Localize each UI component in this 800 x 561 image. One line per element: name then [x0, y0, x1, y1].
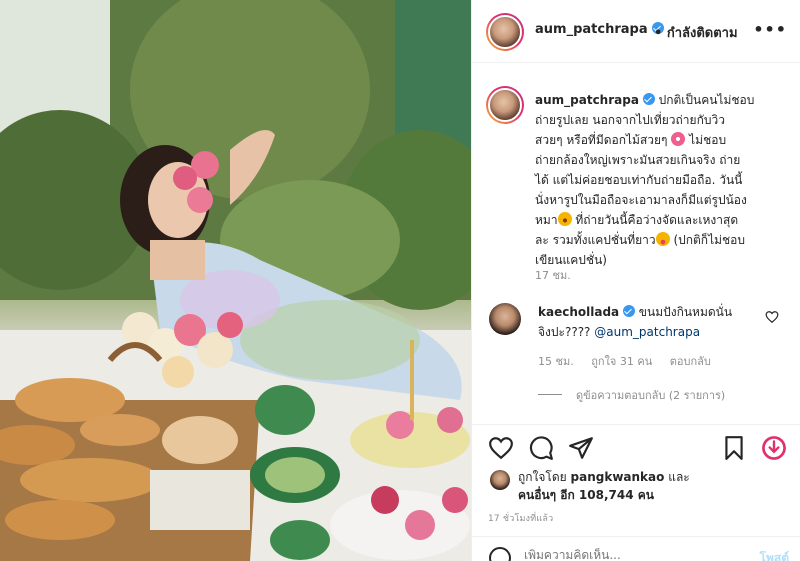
likes-text: ถูกใจโดย pangkwankao และ คนอื่นๆ อีก 108… [518, 470, 690, 502]
liker-avatar[interactable] [490, 470, 510, 490]
comments-list: aum_patchrapa ปกติเป็นคนไม่ชอบ ถ่ายรูปเล… [472, 64, 800, 424]
comment-text: kaechollada ขนมปังกินหมดนั่น จิงปะ???? @… [538, 305, 733, 339]
more-dots-icon[interactable]: ••• [753, 20, 787, 39]
view-replies-link[interactable]: ดูข้อความตอบกลับ (2 รายการ) [538, 386, 725, 404]
heart-icon[interactable] [488, 435, 514, 461]
comment-icon[interactable] [528, 435, 554, 461]
caption-avatar[interactable] [486, 86, 524, 124]
caption-timestamp: 17 ชม. [535, 269, 571, 282]
likes-count[interactable]: คนอื่นๆ อีก 108,744 คน [518, 488, 654, 502]
action-bar [472, 424, 800, 472]
author-username[interactable]: aum_patchrapa [535, 22, 665, 37]
reply-button[interactable]: ตอบกลับ [670, 355, 711, 368]
comment-like-count[interactable]: ถูกใจ 31 คน [591, 355, 652, 368]
smile-icon[interactable] [489, 547, 511, 561]
bookmark-icon[interactable] [721, 435, 747, 461]
post-sidebar: aum_patchrapa • กำลังติดตาม ••• aum_patc… [471, 0, 800, 561]
flower-emoji-icon [671, 132, 686, 146]
comment-timestamp: 15 ชม. [538, 355, 574, 368]
face-emoji-icon [557, 212, 572, 226]
mention-link[interactable]: @aum_patchrapa [594, 325, 700, 339]
follow-status[interactable]: • กำลังติดตาม [654, 22, 738, 43]
download-badge-icon[interactable] [761, 435, 787, 461]
photo-illustration [0, 0, 471, 561]
post-comment-button[interactable]: โพสต์ [760, 549, 789, 561]
commenter-username[interactable]: kaechollada [538, 305, 619, 319]
comment-like-heart-icon[interactable] [765, 310, 779, 324]
caption-username[interactable]: aum_patchrapa [535, 93, 639, 107]
post-timestamp: 17 ชั่วโมงที่แล้ว [488, 514, 554, 524]
liker-username[interactable]: pangkwankao [571, 470, 665, 484]
tongue-emoji-icon [655, 232, 670, 246]
comment-input[interactable] [524, 548, 734, 561]
author-avatar[interactable] [486, 13, 524, 51]
post-header: aum_patchrapa • กำลังติดตาม ••• [472, 0, 800, 63]
post-photo [0, 0, 471, 561]
add-comment-bar: โพสต์ [472, 536, 800, 561]
comment-meta: 15 ชม. ถูกใจ 31 คน ตอบกลับ [538, 352, 725, 370]
verified-badge-icon [622, 305, 635, 317]
verified-badge-icon [642, 93, 655, 105]
share-icon[interactable] [568, 435, 594, 461]
caption-text: aum_patchrapa ปกติเป็นคนไม่ชอบ ถ่ายรูปเล… [535, 93, 755, 267]
commenter-avatar[interactable] [489, 303, 521, 335]
